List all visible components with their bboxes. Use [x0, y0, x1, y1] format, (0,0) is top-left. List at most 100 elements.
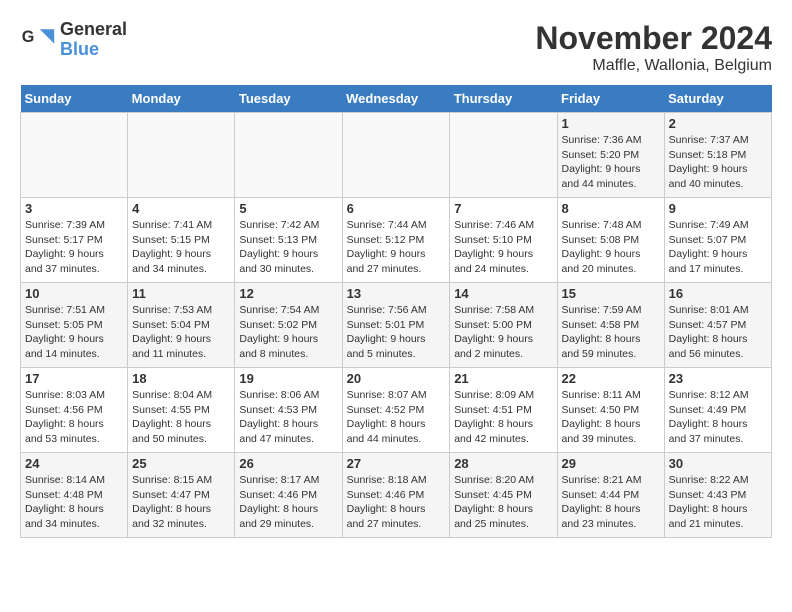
day-info: Sunrise: 7:53 AM Sunset: 5:04 PM Dayligh… [132, 303, 230, 362]
calendar-cell: 19 Sunrise: 8:06 AM Sunset: 4:53 PM Dayli… [235, 368, 342, 453]
day-info: Sunrise: 7:36 AM Sunset: 5:20 PM Dayligh… [562, 133, 660, 192]
day-number: 11 [132, 286, 230, 301]
logo-icon: G [20, 22, 56, 58]
calendar-cell: 21 Sunrise: 8:09 AM Sunset: 4:51 PM Dayli… [450, 368, 557, 453]
calendar-cell: 9 Sunrise: 7:49 AM Sunset: 5:07 PM Daylig… [664, 198, 771, 283]
day-number: 21 [454, 371, 552, 386]
calendar-week-5: 24 Sunrise: 8:14 AM Sunset: 4:48 PM Dayli… [21, 453, 772, 538]
day-number: 9 [669, 201, 767, 216]
day-info: Sunrise: 7:59 AM Sunset: 4:58 PM Dayligh… [562, 303, 660, 362]
day-number: 24 [25, 456, 123, 471]
calendar-cell: 5 Sunrise: 7:42 AM Sunset: 5:13 PM Daylig… [235, 198, 342, 283]
day-number: 23 [669, 371, 767, 386]
day-info: Sunrise: 8:15 AM Sunset: 4:47 PM Dayligh… [132, 473, 230, 532]
day-info: Sunrise: 7:48 AM Sunset: 5:08 PM Dayligh… [562, 218, 660, 277]
day-number: 1 [562, 116, 660, 131]
day-info: Sunrise: 8:01 AM Sunset: 4:57 PM Dayligh… [669, 303, 767, 362]
day-info: Sunrise: 7:49 AM Sunset: 5:07 PM Dayligh… [669, 218, 767, 277]
calendar-week-1: 1 Sunrise: 7:36 AM Sunset: 5:20 PM Daylig… [21, 113, 772, 198]
day-number: 10 [25, 286, 123, 301]
day-number: 2 [669, 116, 767, 131]
day-number: 14 [454, 286, 552, 301]
calendar-cell: 29 Sunrise: 8:21 AM Sunset: 4:44 PM Dayli… [557, 453, 664, 538]
day-number: 29 [562, 456, 660, 471]
header-day-sunday: Sunday [21, 85, 128, 113]
day-info: Sunrise: 8:18 AM Sunset: 4:46 PM Dayligh… [347, 473, 446, 532]
calendar-cell [342, 113, 450, 198]
logo-line2: Blue [60, 40, 127, 60]
day-info: Sunrise: 7:37 AM Sunset: 5:18 PM Dayligh… [669, 133, 767, 192]
day-info: Sunrise: 7:56 AM Sunset: 5:01 PM Dayligh… [347, 303, 446, 362]
day-number: 19 [239, 371, 337, 386]
day-number: 15 [562, 286, 660, 301]
calendar-cell: 7Sunrise: 7:46 AM Sunset: 5:10 PM Daylig… [450, 198, 557, 283]
day-info: Sunrise: 7:44 AM Sunset: 5:12 PM Dayligh… [347, 218, 446, 277]
day-number: 17 [25, 371, 123, 386]
day-number: 3 [25, 201, 123, 216]
day-info: Sunrise: 7:51 AM Sunset: 5:05 PM Dayligh… [25, 303, 123, 362]
header-day-monday: Monday [128, 85, 235, 113]
calendar-cell: 26 Sunrise: 8:17 AM Sunset: 4:46 PM Dayli… [235, 453, 342, 538]
calendar-cell: 17 Sunrise: 8:03 AM Sunset: 4:56 PM Dayli… [21, 368, 128, 453]
logo: G General Blue [20, 20, 127, 60]
day-info: Sunrise: 8:07 AM Sunset: 4:52 PM Dayligh… [347, 388, 446, 447]
day-number: 28 [454, 456, 552, 471]
day-info: Sunrise: 7:41 AM Sunset: 5:15 PM Dayligh… [132, 218, 230, 277]
page-subtitle: Maffle, Wallonia, Belgium [535, 57, 772, 75]
calendar-cell: 14 Sunrise: 7:58 AM Sunset: 5:00 PM Dayli… [450, 283, 557, 368]
day-info: Sunrise: 8:22 AM Sunset: 4:43 PM Dayligh… [669, 473, 767, 532]
calendar-cell: 8Sunrise: 7:48 AM Sunset: 5:08 PM Daylig… [557, 198, 664, 283]
day-number: 4 [132, 201, 230, 216]
day-info: Sunrise: 8:03 AM Sunset: 4:56 PM Dayligh… [25, 388, 123, 447]
day-info: Sunrise: 7:46 AM Sunset: 5:10 PM Dayligh… [454, 218, 552, 277]
day-number: 18 [132, 371, 230, 386]
calendar-cell: 4 Sunrise: 7:41 AM Sunset: 5:15 PM Daylig… [128, 198, 235, 283]
day-number: 27 [347, 456, 446, 471]
day-info: Sunrise: 8:17 AM Sunset: 4:46 PM Dayligh… [239, 473, 337, 532]
day-info: Sunrise: 8:21 AM Sunset: 4:44 PM Dayligh… [562, 473, 660, 532]
calendar-cell [21, 113, 128, 198]
calendar-cell [450, 113, 557, 198]
day-info: Sunrise: 7:42 AM Sunset: 5:13 PM Dayligh… [239, 218, 337, 277]
day-number: 25 [132, 456, 230, 471]
page-header: G General Blue November 2024 Maffle, Wal… [20, 20, 772, 75]
day-info: Sunrise: 8:06 AM Sunset: 4:53 PM Dayligh… [239, 388, 337, 447]
day-info: Sunrise: 7:58 AM Sunset: 5:00 PM Dayligh… [454, 303, 552, 362]
title-area: November 2024 Maffle, Wallonia, Belgium [535, 20, 772, 75]
day-info: Sunrise: 7:39 AM Sunset: 5:17 PM Dayligh… [25, 218, 123, 277]
day-info: Sunrise: 8:09 AM Sunset: 4:51 PM Dayligh… [454, 388, 552, 447]
day-info: Sunrise: 8:11 AM Sunset: 4:50 PM Dayligh… [562, 388, 660, 447]
day-number: 20 [347, 371, 446, 386]
calendar-cell: 22 Sunrise: 8:11 AM Sunset: 4:50 PM Dayli… [557, 368, 664, 453]
day-info: Sunrise: 8:14 AM Sunset: 4:48 PM Dayligh… [25, 473, 123, 532]
calendar-cell: 12Sunrise: 7:54 AM Sunset: 5:02 PM Dayli… [235, 283, 342, 368]
logo-line1: General [60, 20, 127, 40]
day-number: 30 [669, 456, 767, 471]
day-number: 16 [669, 286, 767, 301]
day-number: 13 [347, 286, 446, 301]
header-day-saturday: Saturday [664, 85, 771, 113]
calendar-week-2: 3 Sunrise: 7:39 AM Sunset: 5:17 PM Daylig… [21, 198, 772, 283]
day-number: 6 [347, 201, 446, 216]
day-number: 5 [239, 201, 337, 216]
calendar-cell: 6 Sunrise: 7:44 AM Sunset: 5:12 PM Daylig… [342, 198, 450, 283]
page-title: November 2024 [535, 20, 772, 57]
day-number: 22 [562, 371, 660, 386]
calendar-cell: 20 Sunrise: 8:07 AM Sunset: 4:52 PM Dayli… [342, 368, 450, 453]
day-number: 12 [239, 286, 337, 301]
calendar-week-3: 10 Sunrise: 7:51 AM Sunset: 5:05 PM Dayli… [21, 283, 772, 368]
day-number: 26 [239, 456, 337, 471]
svg-text:G: G [22, 28, 35, 46]
day-info: Sunrise: 8:20 AM Sunset: 4:45 PM Dayligh… [454, 473, 552, 532]
calendar-cell: 13 Sunrise: 7:56 AM Sunset: 5:01 PM Dayli… [342, 283, 450, 368]
calendar-cell: 25 Sunrise: 8:15 AM Sunset: 4:47 PM Dayli… [128, 453, 235, 538]
calendar-cell [235, 113, 342, 198]
calendar-cell [128, 113, 235, 198]
calendar-cell: 15 Sunrise: 7:59 AM Sunset: 4:58 PM Dayli… [557, 283, 664, 368]
calendar-cell: 11 Sunrise: 7:53 AM Sunset: 5:04 PM Dayli… [128, 283, 235, 368]
calendar-cell: 10 Sunrise: 7:51 AM Sunset: 5:05 PM Dayli… [21, 283, 128, 368]
calendar-cell: 24 Sunrise: 8:14 AM Sunset: 4:48 PM Dayli… [21, 453, 128, 538]
calendar-cell: 28 Sunrise: 8:20 AM Sunset: 4:45 PM Dayli… [450, 453, 557, 538]
calendar-cell: 23Sunrise: 8:12 AM Sunset: 4:49 PM Dayli… [664, 368, 771, 453]
calendar-header-row: SundayMondayTuesdayWednesdayThursdayFrid… [21, 85, 772, 113]
